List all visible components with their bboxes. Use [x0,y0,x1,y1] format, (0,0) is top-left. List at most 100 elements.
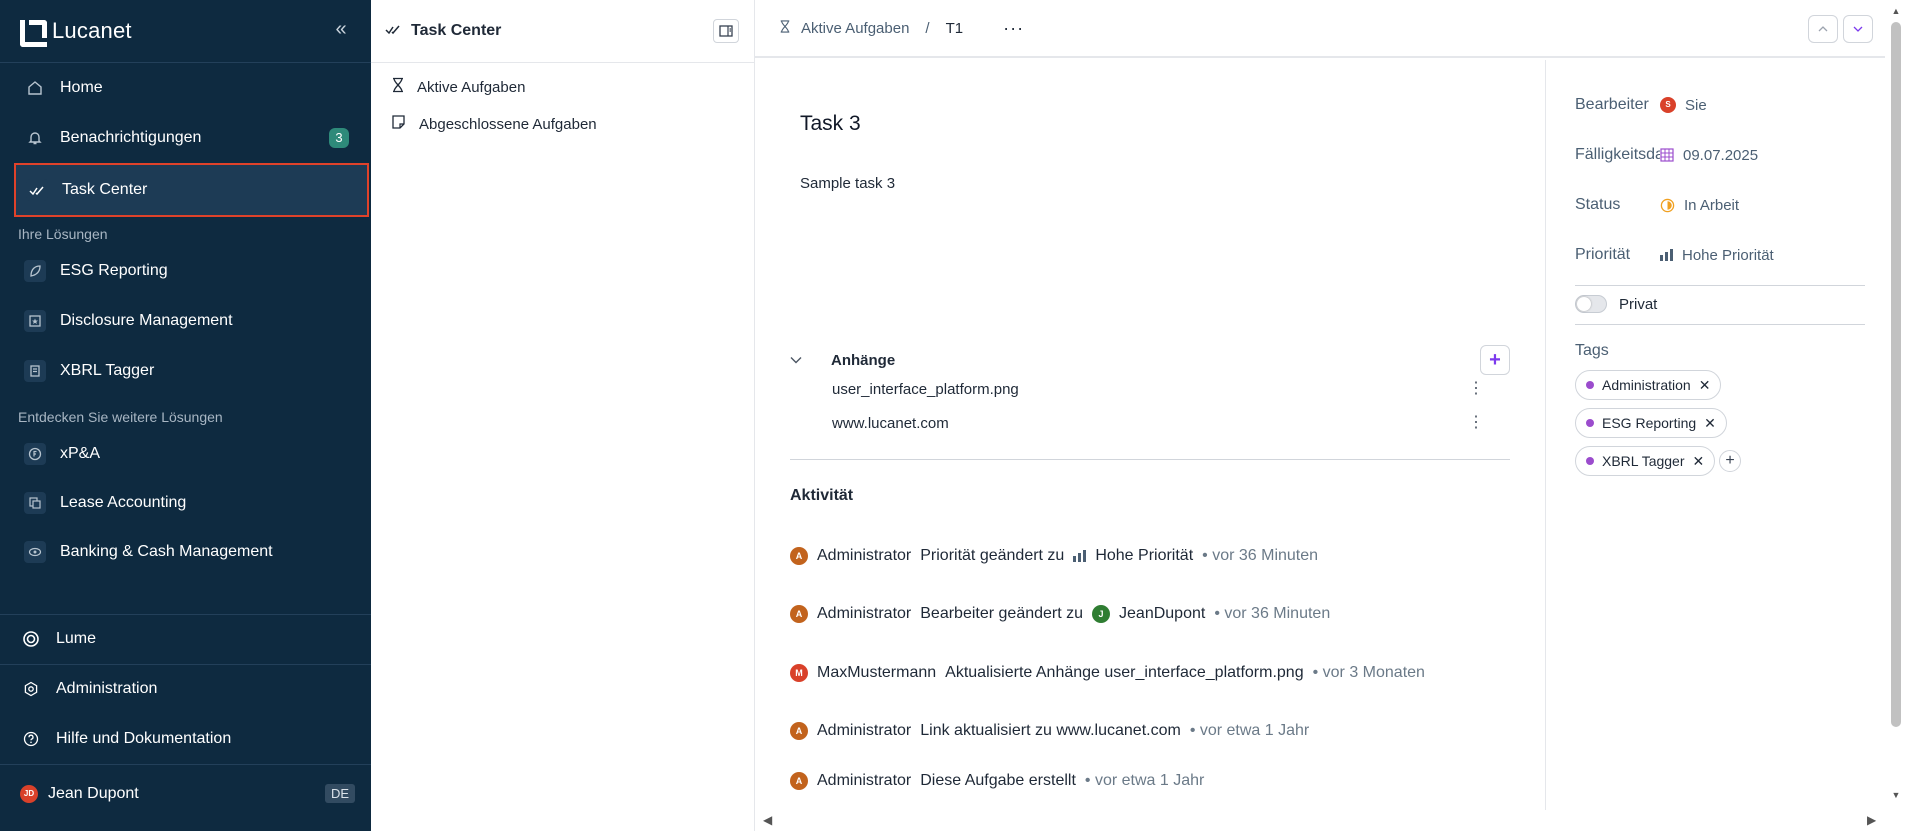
attachment-item[interactable]: user_interface_platform.png ⋮ [832,376,1484,402]
add-attachment-button[interactable]: + [1480,345,1510,375]
attachments-label: Anhänge [831,351,896,369]
circle-f-icon [24,443,46,465]
avatar: A [790,772,808,790]
task-check-icon [385,21,401,42]
activity-item: A Administrator Diese Aufgabe erstellt •… [790,769,1204,793]
nav-completed-tasks[interactable]: Abgeschlossene Aufgaben [391,111,597,137]
scroll-down-arrow-icon[interactable]: ▼ [1890,790,1902,800]
user-profile[interactable]: JD Jean Dupont DE [20,784,355,803]
attachments-header: Anhänge + [790,345,1510,375]
activity-heading: Aktivität [790,487,854,504]
property-label: Status [1575,196,1621,213]
sidebar-item-label: xP&A [60,445,101,462]
attachment-name[interactable]: user_interface_platform.png [832,381,1019,398]
divider [0,764,371,765]
priority-bars-icon [1073,550,1087,562]
chevron-down-icon [1853,26,1863,32]
assignee-picker[interactable]: S Sie [1660,97,1707,114]
activity-action: Bearbeiter geändert zu [920,605,1084,622]
help-circle-icon [20,728,42,750]
activity-action: Aktualisierte Anhänge user_interface_pla… [945,664,1304,681]
scrollbar-thumb[interactable] [1891,22,1901,727]
tag-chip[interactable]: XBRL Tagger ✕ [1575,446,1716,476]
more-options-icon[interactable]: ··· [1003,18,1024,39]
tag-label: XBRL Tagger [1602,453,1685,469]
leaf-icon [24,260,46,282]
status-picker[interactable]: In Arbeit [1660,197,1739,214]
gear-icon [20,678,42,700]
brand-name: Lucanet [52,18,132,43]
sidebar-item-label: Task Center [62,181,148,198]
sidebar-item-xpa[interactable]: xP&A [14,429,369,479]
hourglass-icon [391,77,405,97]
tag-document-icon [24,360,46,382]
private-label: Privat [1619,295,1658,313]
sidebar-item-lease-accounting[interactable]: Lease Accounting [14,478,369,528]
remove-tag-icon[interactable]: ✕ [1693,453,1705,470]
nav-active-tasks[interactable]: Aktive Aufgaben [391,74,525,100]
remove-tag-icon[interactable]: ✕ [1704,415,1716,432]
activity-item: A Administrator Priorität geändert zu Ho… [790,544,1318,568]
due-date-picker[interactable]: 09.07.2025 [1660,147,1758,164]
sidebar-item-home[interactable]: Home [14,63,369,113]
kebab-menu-icon[interactable]: ⋮ [1468,376,1484,402]
task-title[interactable]: Task 3 [800,112,861,136]
attachment-item[interactable]: www.lucanet.com ⋮ [832,410,1484,436]
sidebar-item-label: Disclosure Management [60,312,233,329]
sidebar-item-notifications[interactable]: Benachrichtigungen 3 [14,113,369,163]
scroll-up-arrow-icon[interactable]: ▲ [1890,6,1902,16]
property-label: Bearbeiter [1575,96,1649,113]
chevron-down-icon[interactable] [790,353,806,367]
section-heading-discover: Entdecken Sie weitere Lösungen [18,409,223,425]
tag-label: ESG Reporting [1602,415,1697,431]
sidebar-item-task-center[interactable]: Task Center [14,163,369,217]
sidebar-item-administration[interactable]: Administration [0,664,355,714]
horizontal-scrollbar[interactable]: ◀ ▶ [755,810,1885,831]
breadcrumb-parent[interactable]: Aktive Aufgaben [801,20,909,37]
in-progress-icon [1660,198,1675,212]
tag-chip[interactable]: ESG Reporting ✕ [1575,408,1727,438]
divider [1575,324,1865,325]
brand-logo[interactable]: Lucanet [20,18,132,47]
activity-time: • vor etwa 1 Jahr [1189,722,1310,739]
sidebar-item-label: Hilfe und Dokumentation [56,730,232,747]
property-status: Status In Arbeit [1575,192,1865,218]
scroll-left-arrow-icon[interactable]: ◀ [763,813,772,827]
sidebar-item-label: Benachrichtigungen [60,129,202,146]
avatar: JD [20,785,38,803]
kebab-menu-icon[interactable]: ⋮ [1468,410,1484,436]
activity-target: JeanDupont [1119,605,1206,622]
scroll-right-arrow-icon[interactable]: ▶ [1867,813,1876,827]
next-task-button[interactable] [1843,15,1873,43]
vertical-scrollbar[interactable]: ▲ ▼ [1887,0,1903,831]
sidebar-item-lume[interactable]: Lume [0,614,355,664]
sidebar-item-label: ESG Reporting [60,262,168,279]
remove-tag-icon[interactable]: ✕ [1699,377,1711,394]
hourglass-icon [779,19,791,38]
sidebar-item-esg-reporting[interactable]: ESG Reporting [14,246,369,296]
cash-flow-icon [24,541,46,563]
completed-task-icon [391,114,407,134]
collapse-sidebar-icon[interactable]: « [330,18,352,40]
language-switcher[interactable]: DE [324,784,355,803]
private-toggle[interactable] [1575,295,1607,313]
priority-picker[interactable]: Hohe Priorität [1660,247,1774,264]
property-private: Privat [1575,291,1865,317]
toggle-panel-button[interactable] [713,19,739,43]
sidebar-item-xbrl-tagger[interactable]: XBRL Tagger [14,346,369,396]
sidebar-item-disclosure-management[interactable]: Disclosure Management [14,296,369,346]
activity-time: • vor etwa 1 Jahr [1084,772,1205,789]
add-tag-button[interactable]: + [1719,450,1741,472]
sidebar-item-banking-cash[interactable]: Banking & Cash Management [14,527,369,577]
attachment-name[interactable]: www.lucanet.com [832,415,949,432]
chevron-up-icon [1818,26,1828,32]
panel-header: Task Center [371,0,754,63]
task-description[interactable]: Sample task 3 [800,175,895,192]
breadcrumb: Aktive Aufgaben / T1 ··· [755,0,1885,58]
tag-chip[interactable]: Administration ✕ [1575,370,1722,400]
sidebar-item-help[interactable]: Hilfe und Dokumentation [0,714,355,764]
previous-task-button[interactable] [1808,15,1838,43]
avatar: S [1660,97,1676,113]
due-date-value: 09.07.2025 [1683,146,1759,164]
divider [1575,285,1865,286]
